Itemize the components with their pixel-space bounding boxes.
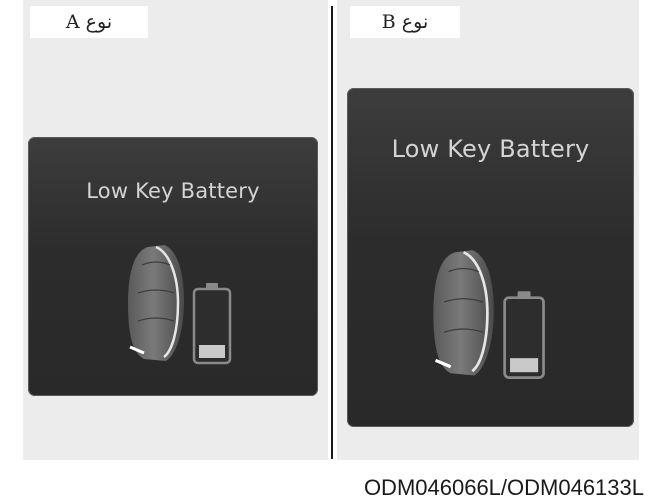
type-b-label: نوع B: [350, 6, 460, 38]
panel-divider: [331, 6, 333, 459]
low-key-battery-message: Low Key Battery: [86, 179, 260, 203]
type-b-display-screen: Low Key Battery: [347, 88, 634, 427]
type-a-label: نوع A: [30, 6, 148, 38]
low-key-battery-message: Low Key Battery: [391, 135, 590, 163]
key-fob-low-battery-icon: [128, 245, 232, 365]
key-fob-low-battery-icon: [433, 250, 545, 379]
type-a-display-screen: Low Key Battery: [28, 137, 318, 396]
figure-code: ODM046066L/ODM046133L: [363, 475, 644, 500]
